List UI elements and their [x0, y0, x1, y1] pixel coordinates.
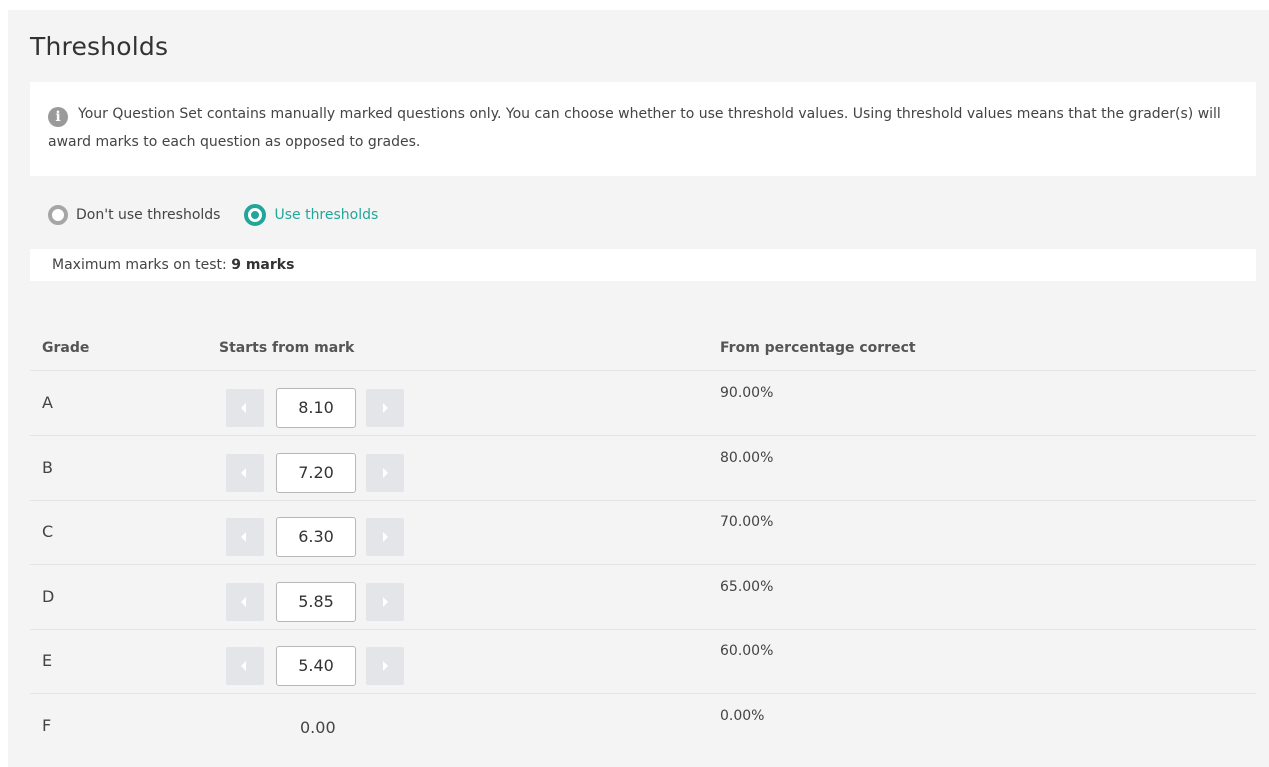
mark-value: 0.00: [300, 718, 336, 737]
mark-input[interactable]: 5.40: [276, 646, 356, 686]
table-row: F 0.00 0.00%: [30, 694, 1256, 758]
increment-mark-button[interactable]: [366, 389, 404, 427]
mark-input[interactable]: 7.20: [276, 453, 356, 493]
percentage-cell: 90.00%: [720, 385, 774, 401]
radio-selected-icon[interactable]: [244, 204, 267, 226]
table-row: E 5.40 60.00%: [30, 629, 1256, 694]
thresholds-panel: Thresholds i Your Question Set contains m…: [8, 10, 1269, 767]
percentage-cell: 0.00%: [720, 708, 765, 724]
starts-from-mark-column-header: Starts from mark: [219, 340, 355, 356]
grade-column-header: Grade: [42, 340, 90, 356]
grade-cell: A: [42, 393, 53, 412]
info-box: i Your Question Set contains manually mar…: [30, 82, 1256, 176]
decrement-mark-button[interactable]: [226, 647, 264, 685]
mark-input[interactable]: 8.10: [276, 388, 356, 428]
decrement-mark-button[interactable]: [226, 454, 264, 492]
use-thresholds-label[interactable]: Use thresholds: [274, 207, 378, 223]
max-marks-value: 9 marks: [231, 257, 295, 273]
table-row: B 7.20 80.00%: [30, 436, 1256, 501]
threshold-radio-group: Don't use thresholds Use thresholds: [48, 204, 402, 226]
decrement-mark-button[interactable]: [226, 389, 264, 427]
from-percentage-column-header: From percentage correct: [720, 340, 916, 356]
increment-mark-button[interactable]: [366, 583, 404, 621]
increment-mark-button[interactable]: [366, 518, 404, 556]
grade-cell: D: [42, 587, 55, 606]
max-marks-label: Maximum marks on test:: [52, 257, 227, 273]
percentage-cell: 70.00%: [720, 514, 774, 530]
table-row: D 5.85 65.00%: [30, 565, 1256, 630]
increment-mark-button[interactable]: [366, 647, 404, 685]
percentage-cell: 80.00%: [720, 450, 774, 466]
grade-cell: C: [42, 522, 54, 541]
percentage-cell: 60.00%: [720, 643, 774, 659]
mark-input[interactable]: 5.85: [276, 582, 356, 622]
use-thresholds-option[interactable]: Use thresholds: [244, 204, 378, 226]
info-icon: i: [48, 107, 68, 127]
max-marks-bar: Maximum marks on test: 9 marks: [30, 249, 1256, 281]
table-row: A 8.10 90.00%: [30, 371, 1256, 436]
dont-use-thresholds-option[interactable]: Don't use thresholds: [48, 205, 220, 225]
increment-mark-button[interactable]: [366, 454, 404, 492]
table-header: Grade Starts from mark From percentage c…: [30, 338, 1256, 371]
radio-unselected-icon[interactable]: [48, 205, 68, 225]
decrement-mark-button[interactable]: [226, 583, 264, 621]
percentage-cell: 65.00%: [720, 579, 774, 595]
table-row: C 6.30 70.00%: [30, 500, 1256, 565]
dont-use-thresholds-label[interactable]: Don't use thresholds: [76, 207, 220, 223]
info-text: Your Question Set contains manually mark…: [48, 106, 1221, 150]
grade-cell: B: [42, 458, 53, 477]
decrement-mark-button[interactable]: [226, 518, 264, 556]
mark-input[interactable]: 6.30: [276, 517, 356, 557]
grade-cell: F: [42, 716, 52, 735]
grade-cell: E: [42, 651, 53, 670]
page-title: Thresholds: [30, 32, 169, 61]
